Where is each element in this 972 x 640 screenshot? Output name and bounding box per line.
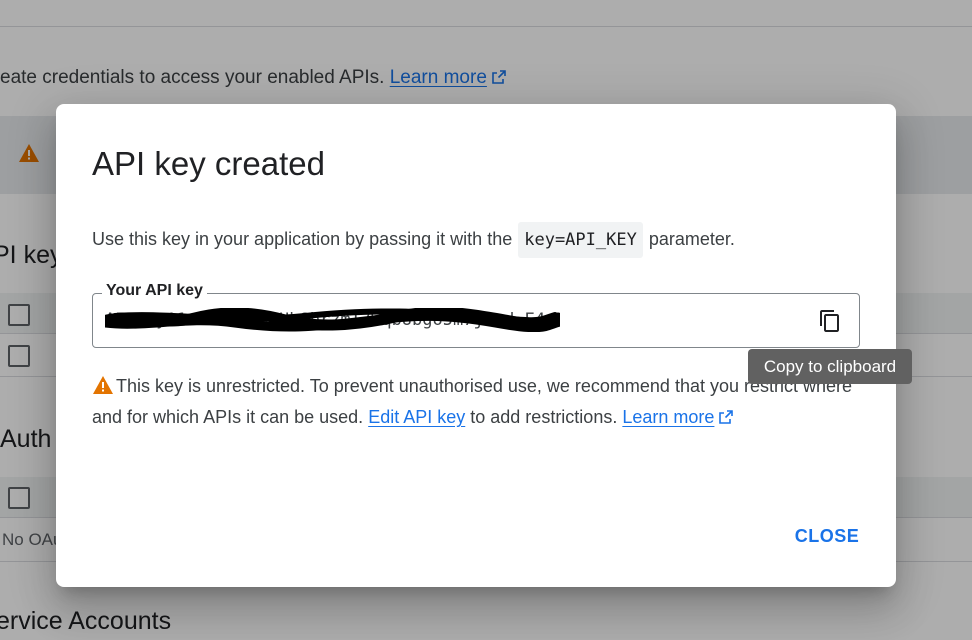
api-key-field-label: Your API key [102,281,207,301]
code-snippet: key=API_KEY [518,222,643,258]
copy-icon [820,310,839,332]
redaction-scribble [105,308,560,332]
api-key-created-dialog: API key created Use this key in your app… [56,104,896,587]
warning-icon [93,376,113,394]
learn-more-link[interactable]: Learn more [622,407,714,427]
description-text-end: parameter. [648,229,735,249]
copy-tooltip: Copy to clipboard [748,349,912,384]
copy-to-clipboard-button[interactable] [811,302,849,340]
description-text: Use this key in your application by pass… [92,229,513,249]
edit-api-key-link[interactable]: Edit API key [368,407,465,427]
dialog-description: Use this key in your application by pass… [92,221,735,258]
external-link-icon [719,410,734,424]
warning-text-end: to add restrictions. [470,407,618,427]
api-key-field[interactable]: Your API key AIzaSyA1rOk2kmRA0UbSbrzmT7W… [92,281,860,348]
dialog-title: API key created [92,145,325,182]
close-button[interactable]: CLOSE [782,518,872,554]
